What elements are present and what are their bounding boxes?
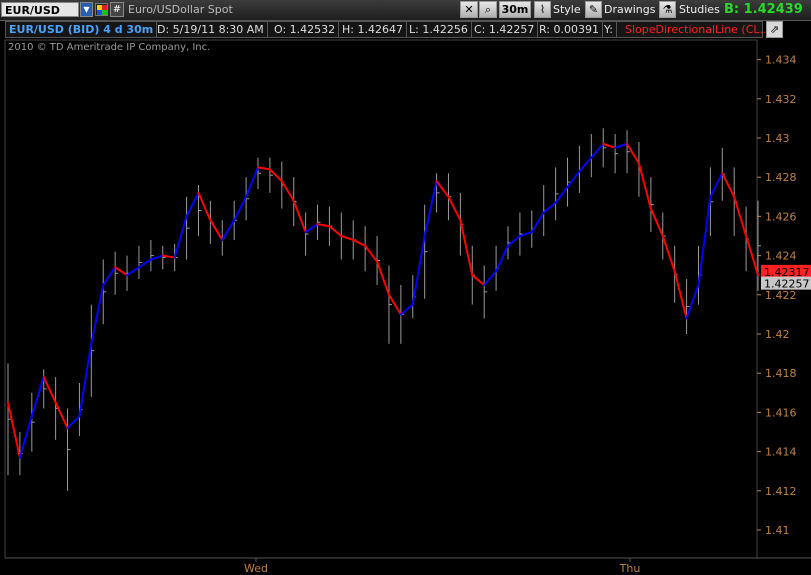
sdl-segment [554, 186, 569, 204]
y-tick-label: 1.41 [765, 524, 790, 537]
sdl-segment [578, 156, 593, 173]
y-tick-label: 1.412 [765, 485, 797, 498]
sdl-segment [649, 207, 664, 237]
sdl-segment [18, 415, 33, 459]
y-tick-label: 1.432 [765, 93, 797, 106]
plot-frame [4, 39, 758, 559]
sdl-segment [245, 166, 259, 198]
sdl-segment [364, 244, 379, 263]
sdl-segment [173, 215, 188, 259]
sdl-segment [42, 376, 57, 404]
sdl-segment [399, 303, 414, 316]
sdl-segment [602, 142, 617, 149]
sdl-segment [340, 235, 355, 241]
y-tick-label: 1.418 [765, 367, 797, 380]
sdl-segment [566, 170, 581, 188]
sdl-segment [30, 376, 45, 418]
y-tick-label: 1.43 [765, 132, 790, 145]
sdl-segment [102, 266, 117, 286]
sdl-segment [78, 342, 93, 418]
sdl-segment [233, 195, 248, 222]
sdl-segment [316, 223, 331, 228]
sdl-segment [7, 401, 21, 459]
sdl-segment [685, 284, 700, 320]
sdl-segment [709, 172, 724, 198]
sdl-segment [733, 195, 748, 237]
sdl-segment [376, 260, 390, 296]
y-tick-label: 1.42 [765, 328, 790, 341]
y-tick-label: 1.414 [765, 446, 797, 459]
y-tick-label: 1.416 [765, 406, 797, 419]
sdl-segment [149, 254, 164, 261]
sdl-segment [352, 238, 367, 247]
sdl-segment [328, 225, 343, 237]
x-tick-label: Thu [619, 562, 641, 575]
x-tick-label: Wed [244, 562, 268, 575]
price-label: 1.42257 [764, 278, 810, 291]
sdl-segment [280, 180, 295, 202]
y-tick-label: 1.426 [765, 210, 797, 223]
sdl-segment [637, 162, 652, 210]
sdl-segment [185, 191, 200, 218]
sdl-segment [471, 274, 486, 286]
sdl-segment [530, 211, 545, 234]
sdl-segment [745, 235, 759, 277]
price-chart[interactable]: 1.434 1.432 1.43 1.428 1.426 1.424 1.422 1.42 1.… [0, 0, 811, 575]
sdl-segment [721, 172, 736, 198]
sdl-segment [90, 284, 105, 345]
y-tick-label: 1.428 [765, 171, 797, 184]
sdl-segment [66, 415, 81, 430]
sdl-segment [435, 180, 450, 198]
sdl-segment [697, 195, 712, 286]
sdl-segment [197, 191, 212, 222]
sdl-segment [661, 235, 676, 273]
sdl-segment [411, 235, 426, 306]
sdl-segment [54, 401, 69, 430]
sdl-segment [483, 270, 498, 286]
sdl-segment [447, 195, 462, 222]
sdl-segment [423, 180, 438, 237]
sdl-segment [137, 258, 152, 269]
y-tick-label: 1.434 [765, 54, 797, 67]
sdl-segment [114, 266, 129, 277]
sdl-segment [209, 219, 224, 241]
sdl-segment [292, 199, 307, 234]
sdl-segment [614, 142, 629, 149]
sdl-segment [257, 166, 271, 171]
y-tick-label: 1.422 [765, 289, 797, 302]
sdl-segment [304, 223, 319, 234]
sdl-segment [507, 235, 521, 247]
sdl-segment [459, 219, 474, 277]
sdl-segment [590, 142, 605, 159]
sdl-segment [542, 201, 557, 214]
sdl-segment [626, 142, 640, 165]
sdl-segment [126, 266, 140, 277]
y-tick-label: 1.424 [765, 250, 797, 263]
sdl-segment [673, 270, 688, 320]
sdl-segment [221, 219, 236, 241]
sdl-segment [495, 244, 509, 273]
